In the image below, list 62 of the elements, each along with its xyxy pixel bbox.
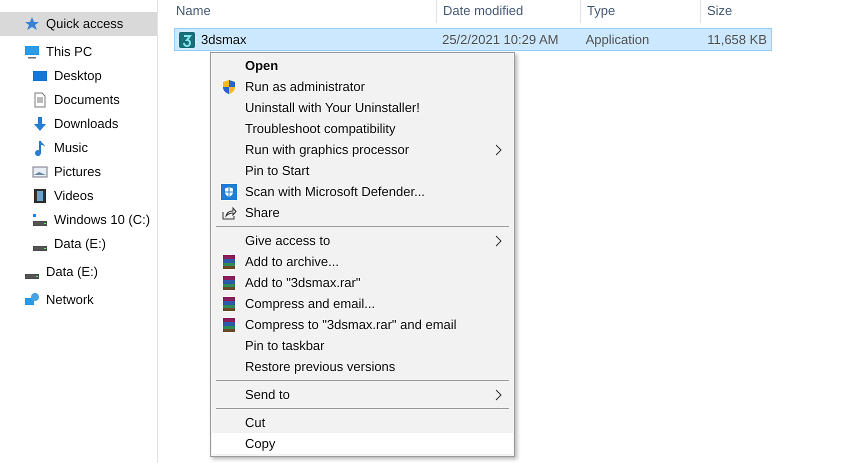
menu-item[interactable]: Copy — [212, 433, 513, 454]
column-header[interactable]: Type — [587, 3, 616, 18]
archive-books-icon — [220, 316, 236, 332]
nav-item[interactable]: Documents — [0, 88, 157, 112]
nav-item[interactable]: Music — [0, 136, 157, 160]
drive-icon — [33, 246, 47, 250]
column-header[interactable]: Size — [707, 3, 732, 18]
film-icon — [32, 188, 48, 204]
menu-item[interactable]: Compress and email... — [212, 293, 513, 314]
menu-item[interactable]: Uninstall with Your Uninstaller! — [212, 97, 513, 118]
menu-item[interactable]: Add to archive... — [212, 251, 513, 272]
nav-item[interactable]: Data (E:) — [0, 260, 157, 284]
archive-books-icon — [220, 254, 236, 270]
table-cell: 11,658 KB — [707, 32, 767, 47]
menu-item[interactable]: Pin to Start — [212, 160, 513, 181]
document-icon — [32, 92, 48, 108]
share-icon — [220, 204, 236, 220]
nav-item[interactable]: This PC — [0, 40, 157, 64]
menu-item[interactable]: Compress to "3dsmax.rar" and email — [212, 314, 513, 335]
table-cell: Application — [586, 32, 650, 47]
defender-shield-icon — [220, 184, 236, 200]
music-note-icon — [32, 140, 48, 156]
nav-item[interactable]: Videos — [0, 184, 157, 208]
menu-item[interactable]: Open — [212, 55, 513, 76]
menu-item[interactable]: Troubleshoot compatibility — [212, 118, 513, 139]
archive-books-icon — [220, 296, 236, 312]
nav-item[interactable]: Downloads — [0, 112, 157, 136]
download-arrow-icon — [32, 116, 48, 132]
nav-item[interactable]: Network — [0, 288, 157, 312]
menu-item[interactable]: Add to "3dsmax.rar" — [212, 272, 513, 293]
shield-icon — [220, 78, 236, 94]
system-drive-icon — [32, 212, 48, 228]
chevron-right-icon — [495, 388, 503, 400]
menu-item[interactable]: Run with graphics processor — [212, 139, 513, 160]
menu-item[interactable]: Scan with Microsoft Defender... — [212, 181, 513, 202]
file-row[interactable]: 3dsmax 25/2/2021 10:29 AM Application 11,658 KB — [174, 28, 772, 51]
chevron-right-icon — [495, 234, 503, 246]
column-header[interactable]: Date modified — [443, 3, 524, 18]
monitor-icon — [24, 44, 40, 60]
menu-item[interactable]: Send to — [212, 384, 513, 405]
nav-item[interactable]: Quick access — [0, 12, 157, 36]
column-header[interactable]: Name — [176, 3, 211, 18]
menu-item[interactable]: Restore previous versions — [212, 356, 513, 377]
table-cell: 25/2/2021 10:29 AM — [442, 32, 558, 47]
app-icon — [179, 32, 195, 48]
nav-item[interactable]: Data (E:) — [0, 232, 157, 256]
drive-icon — [25, 274, 39, 278]
nav-item[interactable]: Windows 10 (C:) — [0, 208, 157, 232]
table-cell-text: 3dsmax — [201, 30, 247, 49]
menu-item[interactable]: Run as administrator — [212, 76, 513, 97]
menu-item[interactable]: Share — [212, 202, 513, 223]
nav-item[interactable]: Pictures — [0, 160, 157, 184]
desktop-icon — [32, 68, 48, 84]
star-icon — [24, 16, 40, 32]
network-icon — [24, 292, 40, 308]
chevron-right-icon — [495, 144, 503, 156]
menu-item[interactable]: Cut — [212, 412, 513, 433]
nav-item[interactable]: Desktop — [0, 64, 157, 88]
archive-books-icon — [220, 274, 236, 290]
menu-item[interactable]: Pin to taskbar — [212, 335, 513, 356]
picture-icon — [32, 164, 48, 180]
menu-item[interactable]: Give access to — [212, 230, 513, 251]
